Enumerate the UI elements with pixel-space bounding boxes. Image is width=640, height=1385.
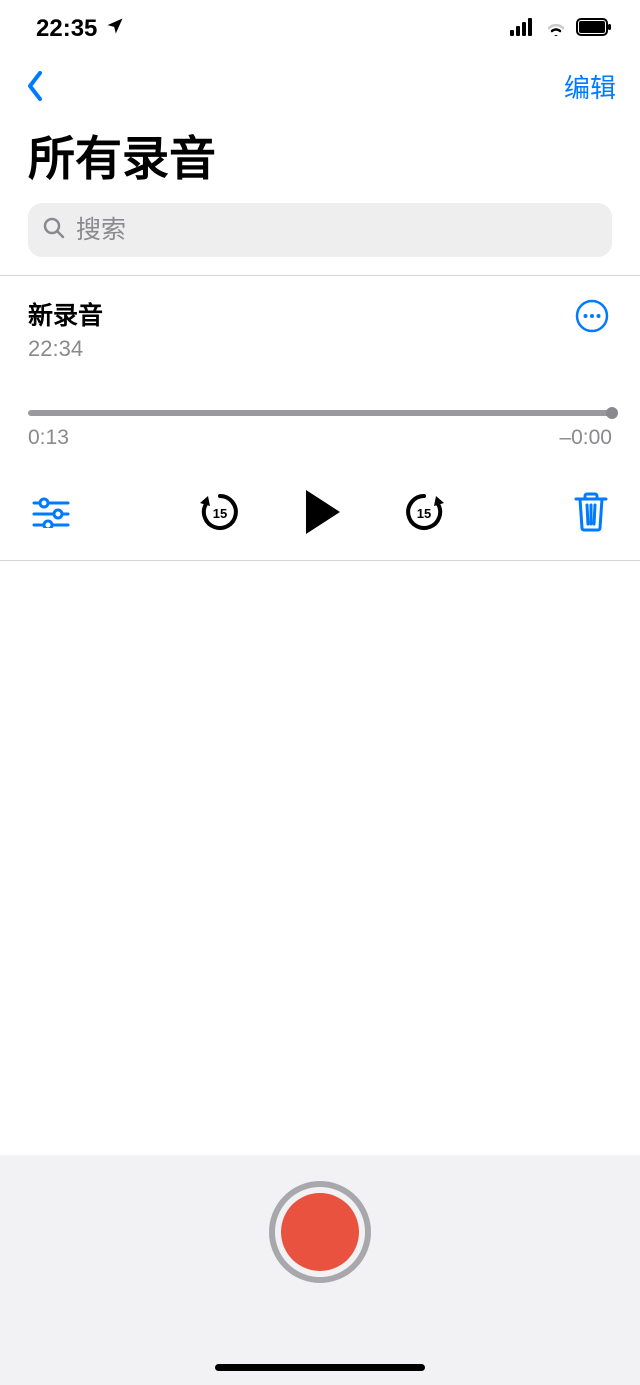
status-bar: 22:35 [0, 0, 640, 58]
scrubber-thumb[interactable] [606, 407, 618, 419]
home-indicator [215, 1364, 425, 1371]
more-options-button[interactable] [572, 296, 612, 336]
rewind-15-button[interactable]: 15 [198, 490, 242, 534]
battery-icon [576, 15, 612, 43]
svg-text:15: 15 [213, 506, 227, 521]
empty-space [0, 561, 640, 1155]
chevron-left-icon [24, 69, 46, 103]
play-icon [300, 488, 344, 536]
recording-subtitle: 22:34 [28, 336, 103, 362]
playback-scrubber[interactable]: 0:13 –0:00 [28, 410, 612, 450]
record-footer [0, 1155, 640, 1385]
options-slider-button[interactable] [32, 496, 70, 528]
remaining-time: –0:00 [559, 426, 612, 450]
search-icon [42, 216, 66, 245]
forward-15-icon: 15 [402, 490, 446, 534]
svg-text:15: 15 [417, 506, 431, 521]
recording-item: 新录音 22:34 0:13 –0:00 [0, 276, 640, 560]
ellipsis-circle-icon [575, 299, 609, 333]
record-icon [281, 1193, 359, 1271]
play-button[interactable] [300, 488, 344, 536]
forward-15-button[interactable]: 15 [402, 490, 446, 534]
nav-bar: 编辑 [0, 58, 640, 114]
record-button[interactable] [269, 1181, 371, 1283]
cellular-icon [510, 15, 536, 43]
back-button[interactable] [24, 69, 46, 103]
edit-button[interactable]: 编辑 [564, 68, 616, 105]
search-field[interactable] [28, 203, 612, 257]
status-time: 22:35 [36, 15, 97, 43]
trash-icon [574, 492, 608, 532]
location-icon [105, 15, 125, 43]
delete-button[interactable] [574, 492, 608, 532]
sliders-icon [32, 496, 70, 528]
playback-controls: 15 15 [28, 488, 612, 536]
recording-title: 新录音 [28, 296, 103, 332]
rewind-15-icon: 15 [198, 490, 242, 534]
wifi-icon [544, 15, 568, 43]
elapsed-time: 0:13 [28, 426, 69, 450]
search-container [0, 203, 640, 275]
search-input[interactable] [76, 216, 598, 245]
page-title: 所有录音 [0, 114, 640, 203]
